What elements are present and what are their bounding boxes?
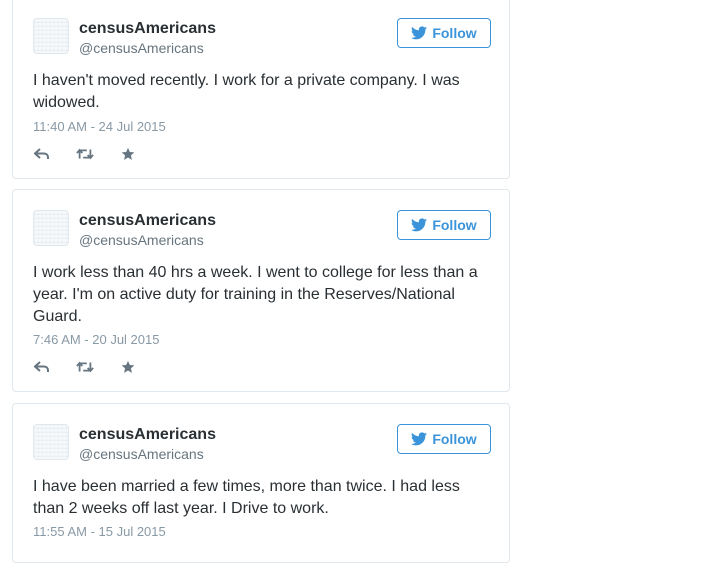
follow-label: Follow [432,217,477,233]
follow-button[interactable]: Follow [397,424,491,454]
tweet-card: censusAmericans @censusAmericans Follow … [12,0,510,179]
tweet-text: I work less than 40 hrs a week. I went t… [33,264,478,325]
author-name[interactable]: censusAmericans [79,20,216,38]
author-handle[interactable]: @censusAmericans [79,40,204,56]
author-handle[interactable]: @censusAmericans [79,232,204,248]
tweet-timestamp[interactable]: 11:40 AM - 24 Jul 2015 [33,119,166,134]
twitter-bird-icon [411,26,428,40]
twitter-bird-icon [411,218,428,232]
tweet-text: I have been married a few times, more th… [33,478,460,517]
tweet-card: censusAmericans @censusAmericans Follow … [12,189,510,392]
avatar[interactable] [33,210,69,246]
tweet-card: censusAmericans @censusAmericans Follow … [12,403,510,563]
retweet-icon [76,361,94,373]
reply-button[interactable] [33,145,51,163]
retweet-button[interactable] [76,145,94,163]
author-name[interactable]: censusAmericans [79,212,216,230]
retweet-button[interactable] [76,358,94,376]
star-icon [121,147,135,160]
author-name[interactable]: censusAmericans [79,426,216,444]
avatar[interactable] [33,424,69,460]
author-handle[interactable]: @censusAmericans [79,446,204,462]
follow-label: Follow [432,431,477,447]
follow-button[interactable]: Follow [397,210,491,240]
reply-icon [34,361,49,372]
tweet-text: I haven't moved recently. I work for a p… [33,72,460,111]
retweet-icon [76,148,94,160]
avatar[interactable] [33,18,69,54]
favorite-button[interactable] [119,358,137,376]
star-icon [121,360,135,373]
favorite-button[interactable] [119,145,137,163]
twitter-bird-icon [411,432,428,446]
follow-button[interactable]: Follow [397,18,491,48]
follow-label: Follow [432,25,477,41]
reply-icon [34,148,49,159]
tweet-timestamp[interactable]: 7:46 AM - 20 Jul 2015 [33,332,159,347]
tweet-timestamp[interactable]: 11:55 AM - 15 Jul 2015 [33,524,166,539]
reply-button[interactable] [33,358,51,376]
